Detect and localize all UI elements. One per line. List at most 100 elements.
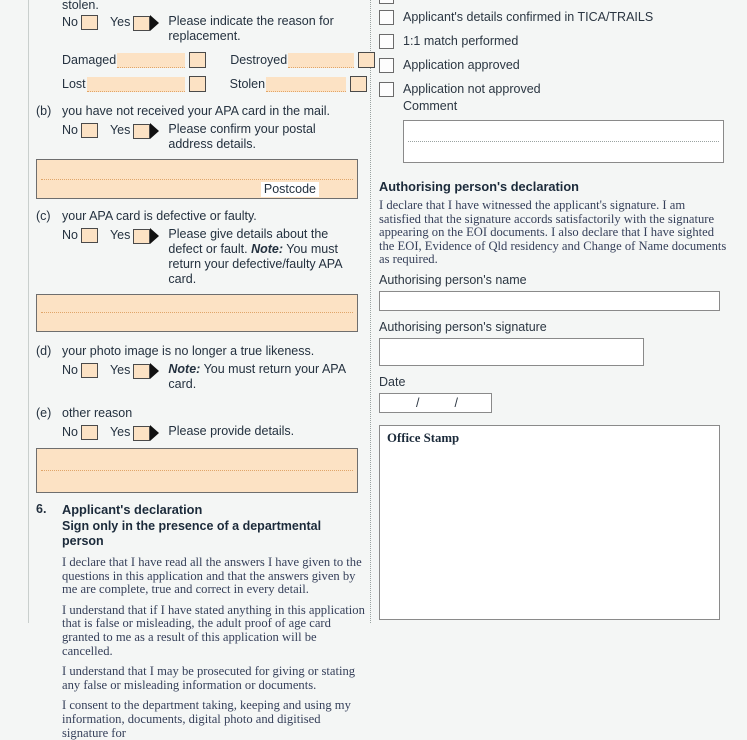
checklist-item-label: Applicant's details confirmed in TICA/TR… (403, 10, 654, 24)
checklist-checkbox[interactable] (379, 0, 394, 4)
reason-a-yes-checkbox[interactable] (133, 16, 151, 31)
authorising-declaration-body: I declare that I have witnessed the appl… (379, 198, 727, 267)
checklist-checkbox[interactable] (379, 82, 394, 97)
reason-b-yes-checkbox[interactable] (133, 124, 151, 139)
checklist-item-match-performed[interactable]: 1:1 match performed (379, 34, 731, 49)
reason-e-no-checkbox[interactable] (80, 425, 98, 440)
reason-c-yes-label: Yes (109, 228, 131, 242)
authorising-name-input[interactable] (379, 290, 720, 311)
reason-b-yes-control[interactable] (133, 123, 160, 139)
address-dotted-rule (41, 179, 353, 180)
applicant-declaration-subheading: Sign only in the presence of a departmen… (62, 519, 322, 548)
option-lost-writeline[interactable] (86, 76, 185, 92)
reason-a-options-row-2: Lost Stolen (62, 76, 368, 92)
checklist-checkbox[interactable] (379, 34, 394, 49)
option-destroyed[interactable]: Destroyed (230, 52, 376, 68)
date-separators: / / (380, 394, 491, 412)
option-stolen-checkbox[interactable] (350, 76, 368, 92)
reason-e-answer-row: No Yes Please provide details. (62, 424, 366, 441)
reason-a-no-label: No (62, 15, 78, 29)
reason-b-address-box[interactable]: Postcode (36, 159, 358, 199)
reason-d-yes-control[interactable] (133, 363, 160, 379)
reason-c-letter: (c) (36, 209, 51, 223)
reason-e-dotted-rule (41, 470, 353, 471)
option-stolen-writeline[interactable] (266, 76, 347, 92)
comment-label: Comment (403, 99, 458, 113)
reason-e-yes-checkbox[interactable] (133, 426, 151, 441)
reason-d-no-checkbox[interactable] (80, 363, 98, 378)
reason-a-no-checkbox[interactable] (80, 15, 98, 30)
reason-d-title: your photo image is no longer a true lik… (62, 344, 315, 358)
applicant-declaration-paragraph: I consent to the department taking, keep… (62, 698, 351, 740)
reason-c-answer-row: No Yes Please give details about the def… (62, 227, 366, 287)
reason-d-no-label: No (62, 363, 78, 377)
comment-box[interactable] (403, 120, 724, 163)
date-separator-1: / (416, 395, 420, 410)
checklist-item-tica-trails[interactable]: Applicant's details confirmed in TICA/TR… (379, 10, 731, 25)
checklist-item-clipped[interactable] (379, 0, 731, 4)
checklist-checkbox[interactable] (379, 10, 394, 25)
reason-b-answer-row: No Yes Please confirm your postal addres… (62, 122, 366, 152)
arrow-right-icon (150, 123, 160, 139)
reason-c-details-box[interactable] (36, 294, 358, 332)
arrow-right-icon (150, 363, 160, 379)
checklist-item-label: Application approved (403, 58, 520, 72)
office-stamp-box[interactable]: Office Stamp (379, 424, 720, 620)
checklist-item-label: 1:1 match performed (403, 34, 519, 48)
reason-d-follow-text: Note: You must return your APA card. (168, 362, 366, 392)
authorising-declaration-heading: Authorising person's declaration (379, 179, 580, 194)
checklist-item-label: Application not approved (403, 82, 541, 96)
checklist-item-application-not-approved[interactable]: Application not approved Comment (379, 82, 731, 114)
reason-d-answer-row: No Yes Note: You must return your APA ca… (62, 362, 366, 392)
reason-b-heading: (b) you have not received your APA card … (36, 104, 366, 119)
option-damaged-writeline[interactable] (117, 52, 186, 68)
applicant-declaration-number: 6. (36, 502, 47, 516)
authorising-signature-label: Authorising person's signature (379, 319, 547, 334)
checklist-item-application-approved[interactable]: Application approved (379, 58, 731, 73)
reason-e-heading: (e) other reason (36, 406, 366, 421)
reason-d-note-label: Note: (168, 362, 201, 376)
reason-e-letter: (e) (36, 406, 52, 420)
option-damaged[interactable]: Damaged (62, 52, 207, 68)
reason-c-heading: (c) your APA card is defective or faulty… (36, 209, 366, 224)
option-stolen[interactable]: Stolen (230, 76, 368, 92)
date-label: Date (379, 374, 406, 389)
reason-c-yes-control[interactable] (133, 228, 160, 244)
reason-e-yes-control[interactable] (133, 425, 160, 441)
reason-c-yes-checkbox[interactable] (133, 229, 151, 244)
option-lost-label: Lost (62, 77, 86, 91)
authorising-name-label: Authorising person's name (379, 272, 527, 287)
reason-a-options-row-1: Damaged Destroyed (62, 52, 376, 68)
reason-d-letter: (d) (36, 344, 52, 358)
reason-c-no-checkbox[interactable] (80, 228, 98, 243)
reason-a-yes-control[interactable] (133, 15, 160, 31)
checklist-checkbox[interactable] (379, 58, 394, 73)
reason-c-follow-text: Please give details about the defect or … (168, 227, 364, 287)
option-damaged-label: Damaged (62, 53, 117, 67)
reason-e-details-box[interactable] (36, 448, 358, 493)
option-lost-checkbox[interactable] (188, 76, 206, 92)
option-destroyed-writeline[interactable] (288, 52, 355, 68)
date-separator-2: / (454, 395, 458, 410)
office-stamp-label: Office Stamp (387, 430, 460, 445)
reason-d-yes-checkbox[interactable] (133, 364, 151, 379)
reason-c-title: your APA card is defective or faulty. (62, 209, 257, 223)
reason-b-follow-text: Please confirm your postal address detai… (168, 122, 316, 151)
authorising-signature-input[interactable] (379, 337, 644, 366)
left-column: stolen. No Yes Please indicate the reaso… (36, 0, 376, 740)
reason-a-yes-label: Yes (109, 15, 131, 29)
reason-b-letter: (b) (36, 104, 52, 118)
right-column: Applicant's details confirmed in TICA/TR… (379, 0, 731, 620)
reason-a-intro-tail: stolen. (62, 0, 99, 12)
option-lost[interactable]: Lost (62, 76, 206, 92)
column-separator-rule (370, 0, 371, 623)
reason-b-title: you have not received your APA card in t… (62, 104, 330, 118)
date-input[interactable]: / / (379, 392, 492, 413)
reason-c-no-label: No (62, 228, 78, 242)
reason-e-title: other reason (62, 406, 133, 420)
option-destroyed-checkbox[interactable] (358, 52, 376, 68)
applicant-declaration-paragraph: I declare that I have read all the answe… (62, 555, 362, 597)
option-damaged-checkbox[interactable] (189, 52, 207, 68)
applicant-declaration-heading: Applicant's declaration (62, 502, 203, 517)
reason-b-no-checkbox[interactable] (80, 123, 98, 138)
